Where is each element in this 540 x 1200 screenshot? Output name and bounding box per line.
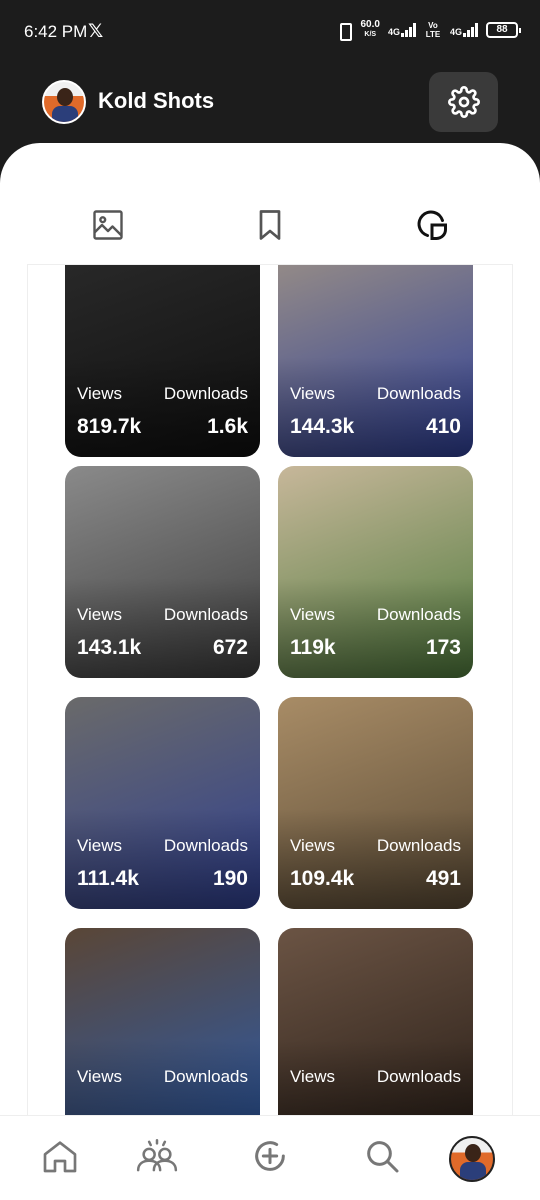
downloads-label: Downloads (163, 1067, 248, 1086)
search-icon (367, 1141, 399, 1173)
content-sheet: Views Downloads 819.7k 1.6k Views Downloads 14… (0, 143, 540, 1200)
downloads-count: 491 (425, 867, 461, 890)
gear-icon (447, 86, 480, 118)
card-overlay (278, 357, 473, 457)
battery-icon: 88 (486, 22, 521, 38)
stats-icon (417, 210, 447, 240)
signal-bars-icon (463, 23, 478, 37)
views-label: Views (290, 384, 336, 403)
photo-stat-card[interactable]: Views Downloads 819.7k 1.6k (65, 265, 260, 457)
x-logo-icon: 𝕏 (88, 20, 104, 42)
signal-1: 4G (388, 23, 416, 37)
downloads-count: 410 (425, 415, 461, 438)
vibrate-icon (335, 22, 353, 41)
image-icon (93, 210, 123, 240)
downloads-label: Downloads (376, 836, 461, 855)
photo-stat-card[interactable]: Views Downloads (65, 928, 260, 1124)
nav-add[interactable] (248, 1134, 292, 1178)
nav-profile-avatar[interactable] (449, 1136, 495, 1182)
photo-stat-card[interactable]: Views Downloads 109.4k 491 (278, 697, 473, 909)
card-overlay (65, 357, 260, 457)
views-count: 109.4k (290, 867, 355, 890)
tab-saved[interactable] (250, 205, 290, 245)
downloads-count: 1.6k (207, 415, 248, 438)
stats-grid: Views Downloads 819.7k 1.6k Views Downloads 14… (27, 264, 513, 1124)
downloads-label: Downloads (376, 384, 461, 403)
photo-stat-card[interactable]: Views Downloads 119k 173 (278, 466, 473, 678)
settings-button[interactable] (429, 72, 498, 132)
status-time: 6:42 PM (24, 22, 88, 41)
card-overlay (278, 578, 473, 678)
add-icon (255, 1141, 285, 1171)
downloads-label: Downloads (376, 605, 461, 624)
photo-stat-card[interactable]: Views Downloads (278, 928, 473, 1124)
avatar[interactable] (42, 80, 86, 124)
photo-stat-card[interactable]: Views Downloads 143.1k 672 (65, 466, 260, 678)
bookmark-icon (259, 210, 281, 240)
app-header: Kold Shots (0, 62, 540, 152)
status-indicators: 60.0 K/S 4G Vo LTE 4G 88 (335, 20, 521, 41)
nav-search[interactable] (360, 1134, 404, 1178)
network-speed: 60.0 K/S (361, 20, 380, 40)
views-label: Views (290, 836, 336, 855)
bottom-nav (0, 1115, 540, 1200)
signal-2-label: 4G (449, 27, 462, 37)
community-icon (136, 1139, 178, 1172)
views-label: Views (77, 836, 123, 855)
card-overlay (65, 809, 260, 909)
photo-stat-card[interactable]: Views Downloads 111.4k 190 (65, 697, 260, 909)
views-label: Views (77, 1067, 123, 1086)
network-speed-unit: K/S (364, 31, 377, 38)
views-label: Views (290, 605, 336, 624)
profile-tabs (0, 193, 540, 311)
card-overlay (65, 578, 260, 678)
downloads-label: Downloads (163, 836, 248, 855)
nav-community[interactable] (135, 1134, 179, 1178)
status-bar: 6:42 PM 𝕏 60.0 K/S 4G Vo LTE 4G 88 (0, 0, 540, 62)
card-overlay (278, 809, 473, 909)
downloads-count: 173 (425, 636, 461, 659)
views-count: 143.1k (77, 636, 142, 659)
nav-home[interactable] (38, 1134, 82, 1178)
signal-bars-icon (400, 23, 416, 37)
volte-label: Vo LTE (425, 21, 441, 39)
tab-photos[interactable] (88, 205, 128, 245)
network-speed-value: 60.0 (360, 19, 380, 30)
home-icon (43, 1141, 77, 1173)
downloads-count: 672 (212, 636, 248, 659)
signal-1-label: 4G (387, 27, 400, 37)
views-count: 111.4k (77, 867, 139, 890)
downloads-label: Downloads (163, 605, 248, 624)
downloads-count: 190 (212, 867, 248, 890)
page-title: Kold Shots (98, 88, 215, 113)
views-count: 819.7k (77, 415, 142, 438)
tab-stats[interactable] (412, 205, 452, 245)
photo-stat-card[interactable]: Views Downloads 144.3k 410 (278, 265, 473, 457)
views-count: 119k (290, 636, 336, 659)
views-label: Views (290, 1067, 336, 1086)
views-label: Views (77, 605, 123, 624)
signal-2: 4G (450, 23, 478, 37)
downloads-label: Downloads (376, 1067, 461, 1086)
downloads-label: Downloads (163, 384, 248, 403)
views-label: Views (77, 384, 123, 403)
views-count: 144.3k (290, 415, 355, 438)
